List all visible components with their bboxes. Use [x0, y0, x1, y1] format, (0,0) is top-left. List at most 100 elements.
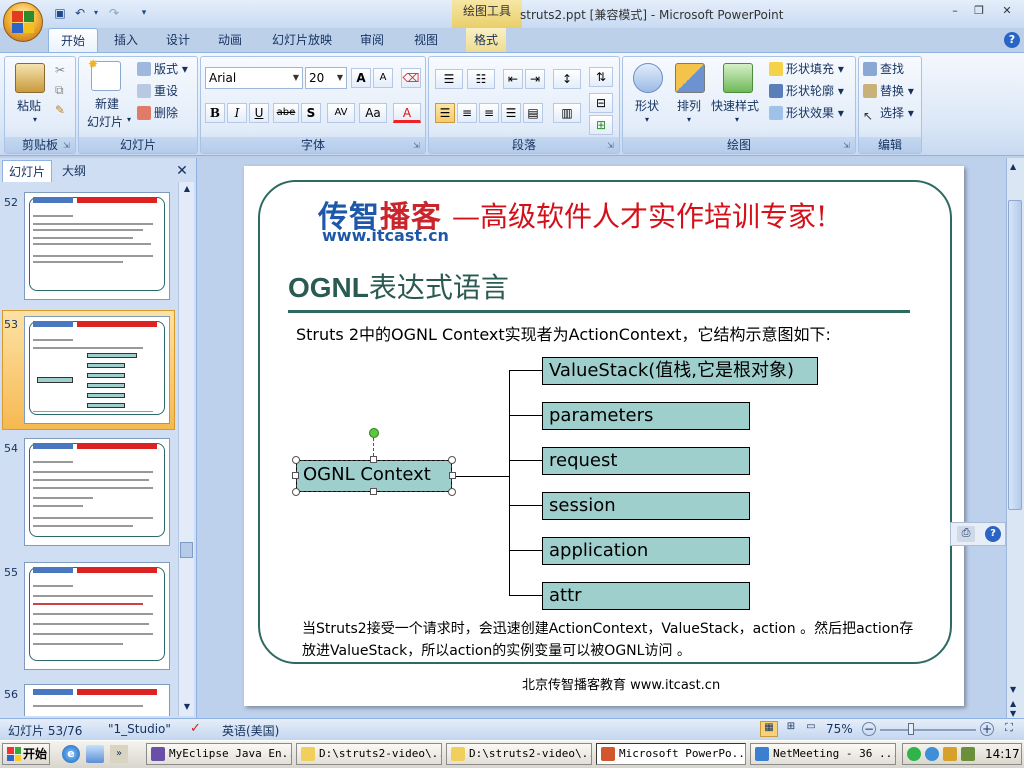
- new-slide-dropdown-icon[interactable]: ▾: [127, 115, 131, 124]
- fit-slide-icon[interactable]: ⛶: [1000, 721, 1018, 737]
- underline-button[interactable]: U: [249, 103, 269, 123]
- application-box[interactable]: application: [542, 537, 750, 565]
- slide-thumbnail-54[interactable]: [24, 438, 170, 546]
- tray-volume-icon[interactable]: [961, 747, 975, 761]
- font-color-button[interactable]: A: [393, 103, 421, 123]
- tab-home[interactable]: 开始: [48, 28, 98, 52]
- redo-icon[interactable]: ↷: [106, 5, 122, 21]
- close-button[interactable]: ✕: [996, 2, 1018, 20]
- tab-outline[interactable]: 大纲: [54, 160, 94, 182]
- tab-review[interactable]: 审阅: [352, 28, 392, 52]
- font-launcher-icon[interactable]: ⇲: [413, 141, 423, 151]
- attr-box[interactable]: attr: [542, 582, 750, 610]
- align-right-button[interactable]: ≡: [479, 103, 499, 123]
- align-center-button[interactable]: ≡: [457, 103, 477, 123]
- resize-handle-se[interactable]: [448, 488, 456, 496]
- smartart-icon[interactable]: ⊞: [589, 115, 613, 135]
- scroll-down-icon[interactable]: ▼: [1010, 685, 1016, 694]
- notes-icon[interactable]: ⎙: [957, 526, 975, 542]
- tab-format[interactable]: 格式: [466, 28, 506, 52]
- arrange-dropdown-icon[interactable]: ▾: [687, 115, 691, 124]
- text-shadow-button[interactable]: S: [301, 103, 321, 123]
- italic-button[interactable]: I: [227, 103, 247, 123]
- request-box[interactable]: request: [542, 447, 750, 475]
- desktop-quicklaunch-icon[interactable]: [86, 745, 104, 763]
- line-spacing-icon[interactable]: ↕: [553, 69, 581, 89]
- shape-fill-button[interactable]: 形状填充 ▾: [769, 59, 844, 79]
- slideshow-view-icon[interactable]: ▭: [802, 721, 820, 737]
- footnote-text[interactable]: 当Struts2接受一个请求时，会迅速创建ActionContext，Value…: [302, 618, 914, 662]
- font-family-dropdown-icon[interactable]: ▼: [293, 68, 299, 88]
- quick-styles-dropdown-icon[interactable]: ▾: [735, 115, 739, 124]
- resize-handle-nw[interactable]: [292, 456, 300, 464]
- tab-slides[interactable]: 幻灯片: [2, 160, 52, 182]
- numbering-icon[interactable]: ☷: [467, 69, 495, 89]
- shapes-label[interactable]: 形状: [635, 97, 659, 114]
- resize-handle-s[interactable]: [370, 488, 377, 495]
- new-slide-label-line2[interactable]: 幻灯片: [87, 113, 123, 130]
- valuestack-box[interactable]: ValueStack(值栈,它是根对象): [542, 357, 818, 385]
- zoom-level[interactable]: 75%: [826, 722, 853, 736]
- help-icon[interactable]: ?: [1004, 32, 1020, 48]
- shapes-dropdown-icon[interactable]: ▾: [645, 115, 649, 124]
- zoom-in-icon[interactable]: +: [980, 722, 994, 736]
- normal-view-icon[interactable]: ▦: [760, 721, 778, 737]
- clear-formatting-icon[interactable]: ⌫: [401, 68, 421, 88]
- next-slide-icon[interactable]: ▼: [1010, 709, 1016, 718]
- undo-dropdown-icon[interactable]: ▾: [88, 5, 104, 21]
- close-pane-icon[interactable]: ✕: [172, 160, 192, 182]
- change-case-button[interactable]: Aa: [359, 103, 387, 123]
- language-indicator[interactable]: 英语(美国): [222, 722, 279, 739]
- bold-button[interactable]: B: [205, 103, 225, 123]
- resize-handle-w[interactable]: [292, 472, 299, 479]
- rotation-handle[interactable]: [369, 428, 379, 438]
- zoom-out-icon[interactable]: −: [862, 722, 876, 736]
- resize-handle-ne[interactable]: [448, 456, 456, 464]
- paragraph-launcher-icon[interactable]: ⇲: [607, 141, 617, 151]
- previous-slide-icon[interactable]: ▲: [1010, 699, 1016, 708]
- reset-button[interactable]: 重设: [137, 81, 178, 101]
- intro-text[interactable]: Struts 2中的OGNL Context实现者为ActionContext，…: [296, 321, 831, 345]
- arrange-icon[interactable]: [675, 63, 705, 93]
- tab-view[interactable]: 视图: [406, 28, 446, 52]
- shapes-icon[interactable]: [633, 63, 663, 93]
- tray-network-icon[interactable]: [907, 747, 921, 761]
- cut-icon[interactable]: ✂: [55, 63, 65, 77]
- increase-indent-icon[interactable]: ⇥: [525, 69, 545, 89]
- slide-thumbnail-53[interactable]: [24, 316, 170, 424]
- scroll-up-icon[interactable]: ▲: [1010, 162, 1016, 171]
- start-button[interactable]: 开始: [2, 743, 50, 765]
- zoom-slider-thumb[interactable]: [908, 723, 914, 735]
- ie-quicklaunch-icon[interactable]: e: [62, 745, 80, 763]
- slide-sorter-icon[interactable]: ⊞: [782, 721, 800, 737]
- zoom-slider-track[interactable]: [880, 729, 976, 731]
- align-left-button[interactable]: ☰: [435, 103, 455, 123]
- align-text-icon[interactable]: ⊟: [589, 93, 613, 113]
- font-size-dropdown-icon[interactable]: ▼: [337, 68, 343, 88]
- shape-outline-button[interactable]: 形状轮廓 ▾: [769, 81, 844, 101]
- tab-animation[interactable]: 动画: [210, 28, 250, 52]
- tab-design[interactable]: 设计: [158, 28, 198, 52]
- slide-thumbnail-56[interactable]: [24, 684, 170, 716]
- grow-font-button[interactable]: A: [351, 68, 371, 88]
- assist-help-icon[interactable]: ?: [985, 526, 1001, 542]
- shrink-font-button[interactable]: A: [373, 68, 393, 88]
- paste-dropdown-icon[interactable]: ▾: [33, 115, 37, 124]
- slide-title[interactable]: OGNL表达式语言: [288, 266, 509, 306]
- layout-button[interactable]: 版式 ▾: [137, 59, 188, 79]
- justify-button[interactable]: ☰: [501, 103, 521, 123]
- taskbar-item-powerpoint[interactable]: Microsoft PowerPo...: [596, 743, 746, 765]
- tray-security-icon[interactable]: [943, 747, 957, 761]
- format-painter-icon[interactable]: ✎: [55, 103, 65, 117]
- undo-icon[interactable]: ↶: [72, 5, 88, 21]
- slide-thumbnail-55[interactable]: [24, 562, 170, 670]
- clipboard-launcher-icon[interactable]: ⇲: [63, 141, 73, 151]
- scroll-thumb[interactable]: [180, 542, 193, 558]
- decrease-indent-icon[interactable]: ⇤: [503, 69, 523, 89]
- replace-button[interactable]: 替换 ▾: [863, 81, 914, 101]
- resize-handle-sw[interactable]: [292, 488, 300, 496]
- customize-qat-icon[interactable]: ▾: [136, 5, 152, 21]
- quick-styles-label[interactable]: 快速样式: [711, 97, 759, 114]
- find-button[interactable]: 查找: [863, 59, 904, 79]
- slide-thumbnail-52[interactable]: [24, 192, 170, 300]
